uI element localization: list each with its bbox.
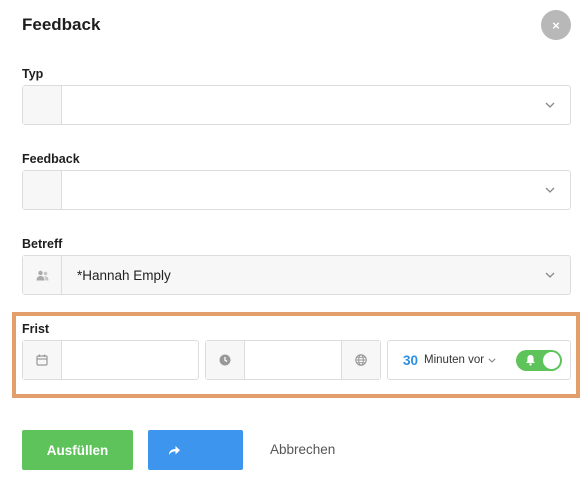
frist-label: Frist (22, 322, 50, 336)
reminder-amount[interactable]: 30 (403, 353, 418, 368)
calendar-icon-wrap (23, 341, 62, 379)
typ-value[interactable] (62, 86, 530, 124)
time-input[interactable] (245, 341, 341, 379)
betreff-label: Betreff (22, 237, 63, 251)
contacts-icon (36, 270, 48, 280)
reminder-toggle[interactable] (516, 350, 562, 371)
chevron-down-icon[interactable] (488, 357, 496, 363)
date-input[interactable] (62, 341, 198, 379)
feedback-select[interactable] (22, 170, 571, 210)
reminder-unit[interactable]: Minuten vor (424, 354, 484, 366)
share-arrow-icon (169, 445, 180, 455)
share-button[interactable] (148, 430, 243, 470)
betreff-addon (23, 256, 62, 294)
date-field[interactable] (22, 340, 199, 380)
typ-select[interactable] (22, 85, 571, 125)
time-field[interactable] (205, 340, 381, 380)
globe-icon (355, 354, 367, 366)
calendar-icon (36, 354, 48, 366)
fill-button[interactable]: Ausfüllen (22, 430, 133, 470)
typ-addon (23, 86, 62, 124)
feedback-label: Feedback (22, 152, 80, 166)
chevron-down-icon[interactable] (530, 256, 570, 294)
cancel-button[interactable]: Abbrechen (270, 442, 335, 457)
reminder-control[interactable]: 30 Minuten vor (387, 340, 571, 380)
betreff-select[interactable]: *Hannah Emply (22, 255, 571, 295)
clock-icon (219, 354, 231, 366)
typ-label: Typ (22, 67, 44, 81)
close-icon[interactable]: × (552, 18, 560, 33)
chevron-down-icon[interactable] (530, 86, 570, 124)
feedback-addon (23, 171, 62, 209)
chevron-down-icon[interactable] (530, 171, 570, 209)
toggle-knob (543, 352, 560, 369)
timezone-button[interactable] (341, 341, 380, 379)
bell-icon (526, 355, 535, 366)
dialog-title: Feedback (22, 15, 101, 34)
feedback-value[interactable] (62, 171, 530, 209)
betreff-value[interactable]: *Hannah Emply (62, 256, 530, 294)
clock-icon-wrap (206, 341, 245, 379)
close-button[interactable]: × (541, 10, 571, 40)
